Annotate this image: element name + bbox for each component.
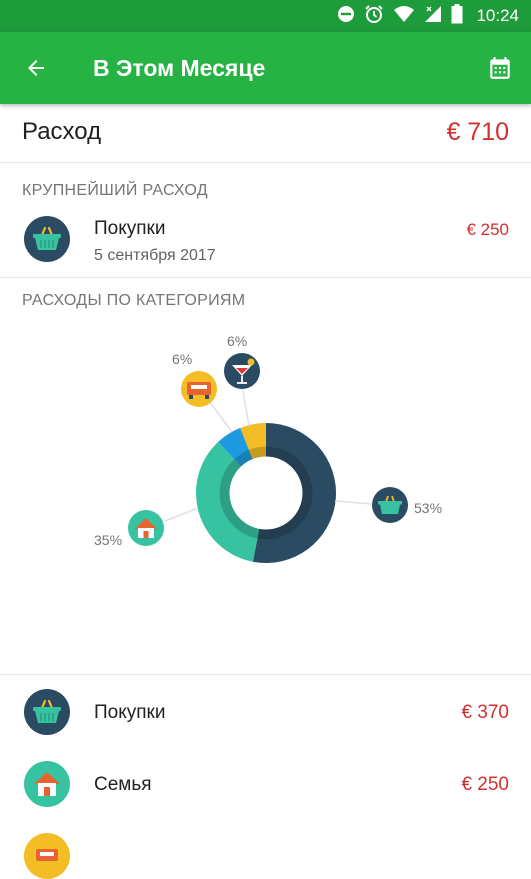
back-button[interactable]: [18, 50, 54, 86]
expense-label: Расход: [22, 118, 102, 145]
wifi-icon: [393, 5, 415, 28]
signal-icon: [424, 5, 442, 28]
category-name: Покупки: [94, 702, 166, 723]
car-icon: [24, 833, 70, 879]
house-icon: [24, 761, 70, 807]
percent-label-transport: 6%: [172, 351, 193, 367]
battery-icon: [451, 3, 463, 29]
do-not-disturb-icon: [337, 5, 355, 28]
basket-icon: [372, 487, 408, 523]
category-name: Семья: [94, 774, 152, 795]
leader-line-family: [164, 507, 199, 522]
car-icon: [181, 371, 217, 407]
expense-summary: Расход € 710: [0, 104, 531, 163]
leader-line-entertainment: [241, 385, 250, 427]
status-bar: 10:24: [0, 0, 531, 32]
largest-expense-name: Покупки: [94, 218, 166, 239]
house-icon: [128, 510, 164, 546]
calendar-button[interactable]: [485, 50, 515, 86]
percent-label-entertainment: 6%: [227, 333, 248, 349]
largest-expense-date: 5 сентября 2017: [94, 247, 216, 264]
percent-label-family: 35%: [94, 532, 123, 548]
donut-hole: [229, 456, 303, 530]
categories-chart-header: РАСХОДЫ ПО КАТЕГОРИЯМ: [22, 292, 246, 309]
basket-icon: [24, 689, 70, 735]
leader-line-transport: [209, 401, 233, 433]
largest-expense-row[interactable]: Покупки 5 сентября 2017 € 250: [0, 207, 531, 278]
category-amount: € 250: [461, 774, 509, 795]
cocktail-icon: [224, 353, 260, 389]
percent-label-shopping: 53%: [414, 500, 443, 516]
category-list-item-shopping[interactable]: Покупки € 370: [0, 676, 531, 748]
arrow-back-icon: [28, 60, 44, 76]
basket-icon: [24, 216, 70, 262]
categories-chart: 53% 35% 6% 6%: [0, 318, 531, 675]
donut-chart: [128, 353, 408, 563]
calendar-icon: [490, 57, 510, 79]
largest-expense-amount: € 250: [466, 220, 509, 239]
alarm-icon: [364, 4, 384, 29]
status-time: 10:24: [476, 6, 519, 25]
page-title: В Этом Месяце: [93, 55, 266, 81]
expense-total: € 710: [446, 118, 509, 146]
leader-line-shopping: [334, 500, 373, 505]
status-icons: 10:24: [337, 0, 519, 32]
category-list-item-family[interactable]: Семья € 250: [0, 748, 531, 820]
largest-expense-header: КРУПНЕЙШИЙ РАСХОД: [22, 182, 208, 199]
category-amount: € 370: [461, 702, 509, 723]
app-bar: В Этом Месяце: [0, 32, 531, 104]
